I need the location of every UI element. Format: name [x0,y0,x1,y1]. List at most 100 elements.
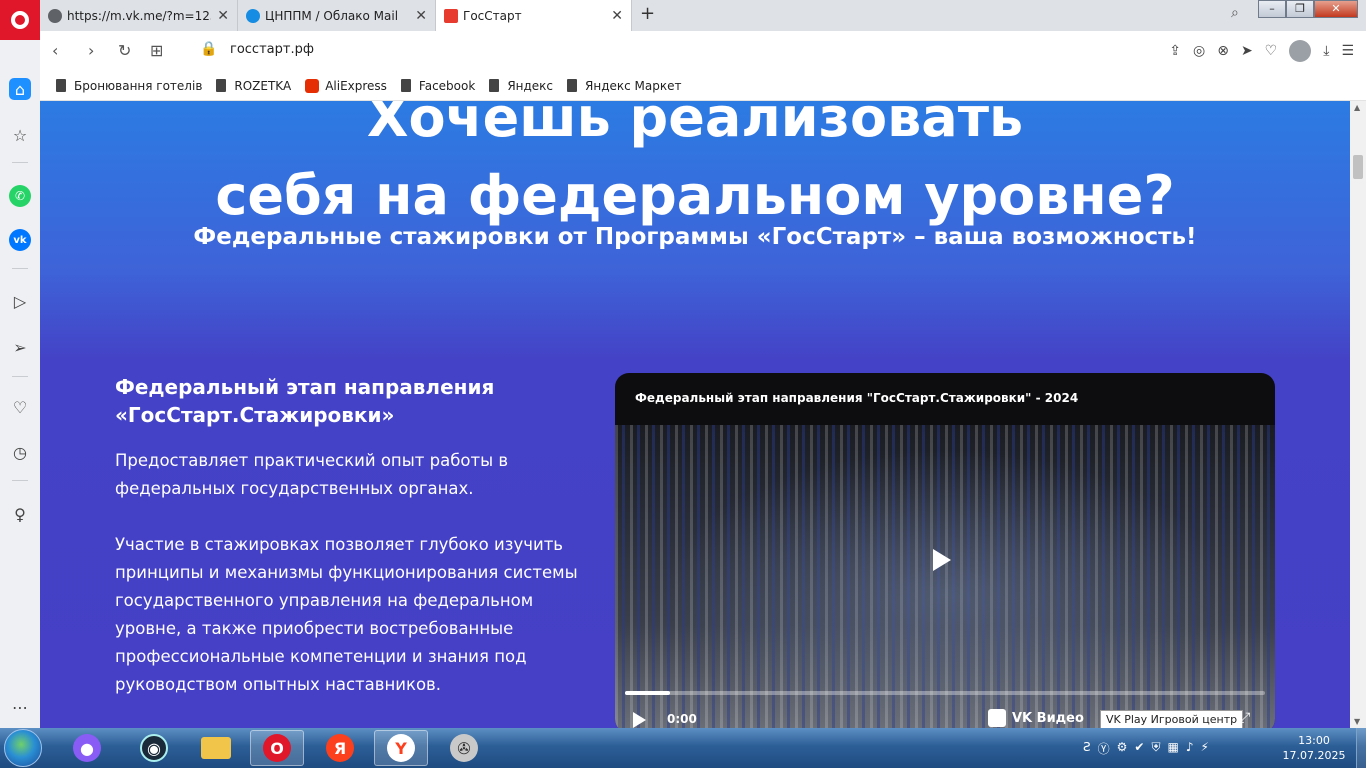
tools-icon[interactable]: ⚙ [1117,740,1128,757]
bookmark-facebook[interactable]: Facebook [400,78,476,93]
page-icon [567,79,578,92]
scroll-up-icon[interactable]: ▲ [1354,103,1360,112]
tab-title: ГосСтарт [463,8,522,23]
tabs-grid-icon[interactable]: ⊞ [150,41,163,60]
toolbar-right: ⇪ ◎ ⊗ ➤ ♡ ⤓ ☰ [1169,40,1354,62]
bookmark-label: AliExpress [325,78,387,93]
bookmark-rozetka[interactable]: ROZETKA [216,79,291,93]
antivirus-icon[interactable]: ⛨ [1151,740,1160,757]
keyboard-icon[interactable]: Ƨ [1083,740,1091,757]
system-tray: Ƨ Ⓨ ⚙ ✔ ⛨ ▦ ♪ ⚡ [1083,740,1209,757]
share-icon[interactable]: ⇪ [1169,43,1181,59]
vertical-scrollbar[interactable]: ▲ ▼ [1350,101,1366,728]
window-close-button[interactable]: ✕ [1314,0,1358,18]
send-icon[interactable]: ➢ [9,336,31,358]
history-icon[interactable]: ◷ [9,441,31,463]
address-bar: ‹ › ↻ ⊞ 🔒 госстарт.рф ⇪ ◎ ⊗ ➤ ♡ ⤓ ☰ [40,31,1366,71]
forward-icon[interactable]: › [88,41,94,60]
scroll-down-icon[interactable]: ▼ [1354,717,1360,726]
bookmark-yandex-market[interactable]: Яндекс Маркет [567,79,682,93]
adblock-icon[interactable]: ⊗ [1217,43,1229,59]
bookmark-yandex[interactable]: Яндекс [489,79,553,93]
volume-icon[interactable]: ♪ [1186,740,1194,757]
section-title-line2: «ГосСтарт.Стажировки» [115,403,395,427]
yandex-icon[interactable]: Я [313,730,367,766]
url-field[interactable]: госстарт.рф [230,42,314,57]
camera-icon[interactable]: ◉ [127,730,181,766]
whatsapp-icon[interactable]: ✆ [9,185,31,207]
bookmark-label: ROZETKA [234,78,292,93]
tab-gosstart[interactable]: ГосСтарт ✕ [436,0,632,31]
bookmark-label: Яндекс [507,78,554,93]
lock-icon[interactable]: 🔒 [200,41,217,57]
hero-subtitle: Федеральные стажировки от Программы «Гос… [193,224,1197,250]
section-paragraph-2: Участие в стажировках позволяет глубоко … [115,535,578,694]
tab-vk[interactable]: https://m.vk.me/?m=1259 ✕ [40,0,238,31]
tab-title: https://m.vk.me/?m=1259 [67,8,212,23]
favorite-icon[interactable]: ♡ [1265,43,1278,59]
close-icon[interactable]: ✕ [611,8,623,24]
vk-icon[interactable]: vk [9,229,31,251]
reload-icon[interactable]: ↻ [118,41,131,60]
network-icon[interactable]: ▦ [1167,740,1178,757]
new-tab-button[interactable]: + [640,3,655,24]
section-title-line1: Федеральный этап направления [115,375,495,399]
tooltip: VK Play Игровой центр [1100,710,1244,728]
fullscreen-icon[interactable]: ⤢ [1239,710,1250,726]
bookmark-label: Бронювання готелів [74,78,203,93]
tab-title: ЦНППМ / Облако Mail [265,8,399,23]
bookmark-aliexpress[interactable]: AliExpress [305,78,387,93]
close-icon[interactable]: ✕ [217,8,229,24]
video-progress-bar[interactable] [625,691,1265,695]
hero-title-line1: Хочешь реализовать [366,101,1024,149]
gosstart-logo-icon [444,8,458,23]
star-icon[interactable]: ☆ [9,124,31,146]
flow-send-icon[interactable]: ➤ [1241,43,1253,59]
explorer-icon[interactable] [189,730,243,766]
video-player[interactable]: Федеральный этап направления "ГосСтарт.С… [615,373,1275,728]
sidebar-divider [12,162,28,163]
yandex-tray-icon[interactable]: Ⓨ [1098,740,1110,757]
back-icon[interactable]: ‹ [52,41,58,60]
tab-cloud-mail[interactable]: ЦНППМ / Облако Mail ✕ [238,0,436,31]
download-icon[interactable]: ⤓ [1323,43,1329,59]
opera-menu-button[interactable] [0,0,40,40]
bookmark-hotels[interactable]: Бронювання готелів [56,79,202,93]
clock[interactable]: 13:00 17.07.2025 [1282,733,1346,763]
aliexpress-icon [305,78,320,93]
video-thumbnail [615,425,1275,728]
start-button[interactable] [4,729,42,767]
snapshot-icon[interactable]: ◎ [1193,43,1205,59]
yandex-browser-icon[interactable]: Y [374,730,428,766]
clock-time: 13:00 [1298,734,1330,747]
easy-setup-icon[interactable]: ☰ [1341,43,1354,59]
sidebar: ⌂ ☆ ✆ vk ▷ ➢ ♡ ◷ ♀ ⋯ [0,40,40,728]
show-desktop-button[interactable] [1356,728,1366,768]
film-icon[interactable]: ✇ [437,730,491,766]
play-icon[interactable] [933,549,951,571]
minimize-button[interactable]: – [1258,0,1286,18]
heart-icon[interactable]: ♡ [9,396,31,418]
profile-avatar[interactable] [1289,40,1312,62]
tab-search-icon[interactable]: ⌕ [1231,5,1239,21]
close-icon[interactable]: ✕ [415,8,427,24]
home-icon[interactable]: ⌂ [9,78,31,100]
progress-fill [625,691,670,695]
clock-date: 17.07.2025 [1282,749,1346,762]
player-icon[interactable]: ▷ [9,290,31,312]
tips-icon[interactable]: ♀ [9,503,31,525]
more-icon[interactable]: ⋯ [9,696,31,718]
play-button[interactable] [633,712,646,728]
scrollbar-thumb[interactable] [1353,155,1363,179]
page-icon [216,79,227,92]
video-time: 0:00 [667,712,697,726]
maximize-button[interactable]: ❐ [1286,0,1314,18]
bookmarks-bar: Бронювання готелів ROZETKA AliExpress Fa… [40,71,1366,101]
opera-icon[interactable]: O [250,730,304,766]
vk-video-label: VK Видео [1012,710,1084,726]
alisa-icon[interactable]: ● [60,730,114,766]
power-icon[interactable]: ⚡ [1201,740,1209,757]
bookmark-label: Facebook [418,78,476,93]
check-icon[interactable]: ✔ [1134,740,1144,757]
vk-video-logo[interactable]: VK Видео [988,709,1084,727]
